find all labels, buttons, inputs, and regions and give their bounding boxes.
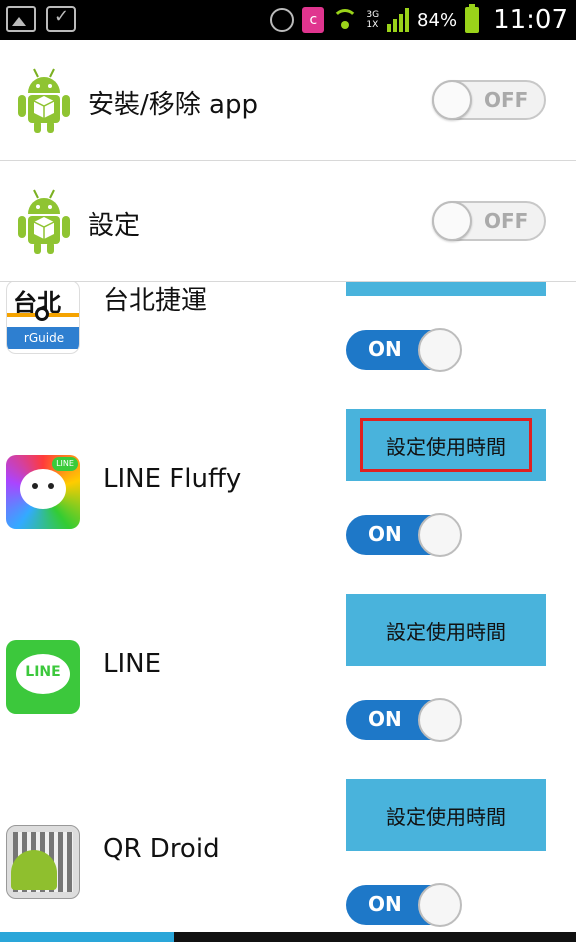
list-item: 台北 rGuide 台北捷運 ON [0, 280, 576, 401]
install-remove-label: 安裝/移除 app [88, 90, 258, 120]
install-remove-row: 安裝/移除 app OFF [0, 40, 576, 161]
taipei-metro-icon: 台北 rGuide [6, 280, 80, 354]
alarm-icon [270, 8, 295, 32]
app-name: LINE Fluffy [103, 464, 242, 494]
set-usage-time-button[interactable] [346, 280, 546, 296]
app-name: LINE [103, 649, 162, 679]
line-icon: LINE [6, 640, 80, 714]
c-app-icon: c [302, 7, 325, 33]
android-icon [14, 186, 74, 256]
set-usage-time-button[interactable]: 設定使用時間 [346, 779, 546, 851]
battery-icon [465, 4, 480, 33]
list-item: LINE LINE 設定使用時間 ON [0, 585, 576, 771]
set-usage-time-button[interactable]: 設定使用時間 [346, 594, 546, 666]
network-type: 3G 1X [366, 10, 380, 30]
settings-toggle[interactable]: OFF [432, 201, 546, 241]
android-icon [14, 65, 74, 135]
app-toggle[interactable]: ON [346, 883, 462, 927]
wifi-icon [332, 9, 359, 31]
app-toggle[interactable]: ON [346, 513, 462, 557]
clock: 11:07 [493, 5, 568, 35]
settings-label: 設定 [88, 211, 141, 241]
app-toggle[interactable]: ON [346, 328, 462, 372]
page-indicator [0, 932, 174, 942]
status-bar: c 3G 1X 84% 11:07 [0, 0, 576, 40]
settings-row: 設定 OFF [0, 161, 576, 282]
app-name: 台北捷運 [103, 286, 208, 316]
list-item: LINE LINE Fluffy 設定使用時間 ON [0, 400, 576, 586]
bottom-bar [0, 932, 576, 942]
signal-icon [387, 8, 410, 32]
install-remove-toggle[interactable]: OFF [432, 80, 546, 120]
image-icon [6, 6, 36, 32]
list-item: QR Droid 設定使用時間 ON [0, 770, 576, 932]
bag-check-icon [46, 6, 76, 32]
app-toggle[interactable]: ON [346, 698, 462, 742]
battery-percent: 84% [417, 9, 458, 31]
app-name: QR Droid [103, 834, 220, 864]
qr-droid-icon [6, 825, 80, 899]
set-usage-time-button[interactable]: 設定使用時間 [346, 409, 546, 481]
line-fluffy-icon: LINE [6, 455, 80, 529]
